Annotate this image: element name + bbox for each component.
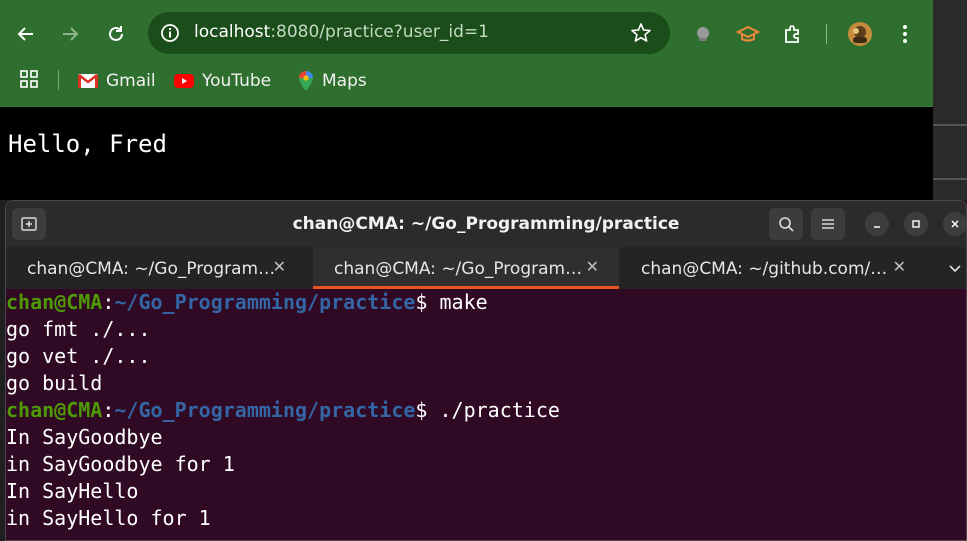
output-line: go fmt ./... [6, 317, 151, 341]
output-line: go vet ./... [6, 344, 151, 368]
apps-grid-icon[interactable] [20, 70, 38, 92]
prompt-line: chan@CMA:~/Go_Programming/practice$ make [6, 289, 966, 316]
browser-toolbar: localhost:8080/practice?user_id=1 Gmail [0, 0, 933, 107]
output-line: go build [6, 371, 103, 395]
terminal-tab[interactable]: chan@CMA: ~/github.com/… ✕ [620, 247, 926, 289]
prompt-separator: : [102, 290, 115, 314]
maps-icon [299, 71, 313, 91]
site-info-icon[interactable] [160, 23, 180, 47]
close-icon [951, 220, 959, 228]
youtube-icon [174, 74, 194, 88]
maximize-button[interactable] [904, 212, 928, 236]
url-path: :8080/practice?user_id=1 [270, 22, 489, 42]
reload-button[interactable] [101, 19, 131, 49]
background-divider [933, 124, 967, 126]
prompt-user: chan@CMA [6, 290, 103, 314]
reload-icon [109, 26, 123, 41]
bookmark-label: Gmail [106, 71, 156, 91]
extension-icon-gray[interactable] [688, 19, 718, 49]
output-line: in SayGoodbye for 1 [6, 452, 235, 476]
back-button[interactable] [11, 19, 41, 49]
search-icon [779, 217, 794, 232]
output-line: In SayGoodbye [6, 425, 163, 449]
prompt-dollar: $ [415, 398, 440, 422]
back-arrow-icon [17, 27, 33, 41]
bookmark-star-icon[interactable] [630, 22, 652, 48]
gmail-icon [78, 74, 98, 88]
tab-close-icon[interactable]: ✕ [273, 257, 286, 276]
command-text: make [439, 290, 488, 314]
search-button[interactable] [769, 208, 803, 240]
bookmark-label: Maps [322, 71, 367, 91]
command-text: ./practice [439, 398, 560, 422]
prompt-line: chan@CMA:~/Go_Programming/practice$ ./pr… [6, 397, 966, 424]
extension-icon-orange[interactable] [733, 19, 763, 49]
tab-label: chan@CMA: ~/github.com/… [641, 259, 888, 279]
tab-label: chan@CMA: ~/Go_Program… [334, 259, 583, 279]
prompt-path: ~/Go_Programming/practice [114, 290, 416, 314]
minimize-icon [874, 226, 880, 228]
bookmark-youtube[interactable]: YouTube [174, 68, 271, 94]
bookmarks-divider [58, 70, 59, 90]
output-line: In SayHello [6, 479, 139, 503]
terminal-tab[interactable]: chan@CMA: ~/Go_Program… ✕ [6, 247, 306, 289]
terminal-headerbar: chan@CMA: ~/Go_Programming/practice [6, 201, 966, 247]
tab-close-icon[interactable]: ✕ [586, 257, 599, 276]
prompt-dollar: $ [415, 290, 440, 314]
toolbar-divider [826, 24, 827, 44]
terminal-tab-bar: chan@CMA: ~/Go_Program… ✕ chan@CMA: ~/Go… [6, 247, 966, 289]
cursor-line [6, 532, 966, 540]
output-line: in SayHello for 1 [6, 506, 211, 530]
browser-window: localhost:8080/practice?user_id=1 Gmail [0, 0, 933, 200]
hamburger-menu-icon [822, 219, 834, 229]
tab-overflow-chevron-icon[interactable] [948, 259, 962, 278]
tab-label: chan@CMA: ~/Go_Program… [27, 259, 276, 279]
terminal-window: chan@CMA: ~/Go_Programming/practice chan… [5, 200, 967, 541]
prompt-path: ~/Go_Programming/practice [114, 398, 416, 422]
background-window-edge [933, 0, 967, 200]
prompt-user: chan@CMA [6, 398, 103, 422]
bookmark-label: YouTube [202, 71, 272, 91]
kebab-menu-icon [903, 25, 907, 43]
minimize-button[interactable] [865, 212, 889, 236]
url-text[interactable]: localhost:8080/practice?user_id=1 [194, 22, 489, 42]
forward-arrow-icon [63, 27, 79, 41]
prompt-separator: : [102, 398, 115, 422]
browser-menu-button[interactable] [890, 19, 920, 49]
forward-button[interactable] [55, 19, 85, 49]
bookmark-gmail[interactable]: Gmail [78, 68, 156, 94]
close-window-button[interactable] [943, 212, 966, 236]
background-divider [933, 178, 967, 180]
maximize-icon [912, 220, 920, 228]
tab-close-icon[interactable]: ✕ [893, 257, 906, 276]
hamburger-menu-button[interactable] [811, 208, 845, 240]
greeting-text: Hello, Fred [8, 130, 167, 158]
extensions-puzzle-icon[interactable] [778, 19, 808, 49]
url-host: localhost [194, 22, 271, 42]
terminal-output[interactable]: chan@CMA:~/Go_Programming/practice$ make… [6, 289, 966, 540]
terminal-tab-active[interactable]: chan@CMA: ~/Go_Program… ✕ [313, 247, 619, 289]
web-page-content: Hello, Fred [0, 107, 933, 200]
address-bar[interactable]: localhost:8080/practice?user_id=1 [148, 12, 670, 54]
bookmark-maps[interactable]: Maps [298, 68, 367, 94]
profile-avatar[interactable] [845, 19, 875, 49]
